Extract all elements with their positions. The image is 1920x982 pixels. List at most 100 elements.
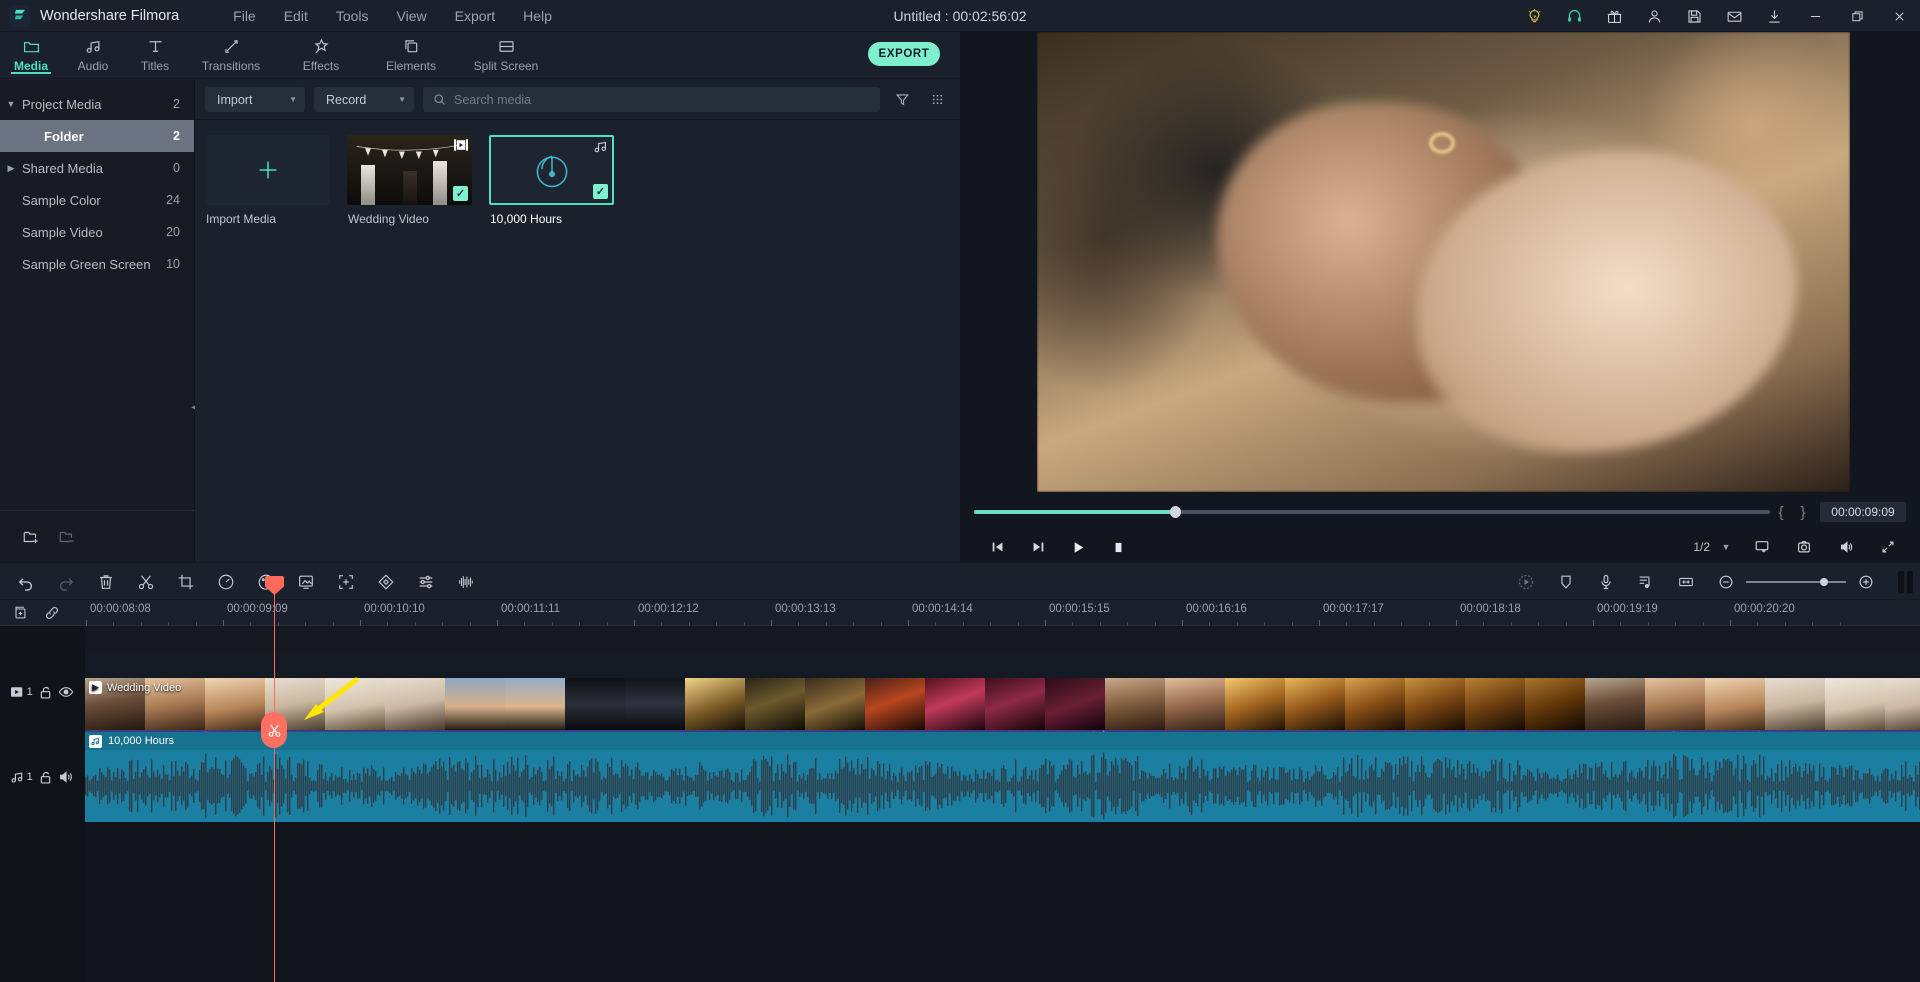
zoom-in-icon[interactable] [1846,563,1886,601]
play-button[interactable] [1058,532,1098,562]
timeline-empty-row[interactable] [85,626,1920,652]
audio-track-1[interactable]: 10,000 Hours [85,732,1920,822]
fullscreen-icon[interactable] [1868,532,1908,562]
mail-icon[interactable] [1714,0,1754,32]
video-track-1-header[interactable]: 1 [0,652,85,732]
snapshot-camera-icon[interactable] [1784,532,1824,562]
keyframe-icon[interactable] [366,563,406,601]
import-dropdown[interactable]: Import ▼ [205,87,305,112]
record-dropdown[interactable]: Record ▼ [314,87,414,112]
media-import-thumb[interactable] [205,135,330,205]
panel-resize-handle[interactable] [1898,571,1916,593]
preview-progress-knob[interactable] [1169,506,1181,518]
delete-icon[interactable] [86,563,126,601]
playhead[interactable] [261,576,287,982]
remove-folder-icon[interactable] [58,528,76,546]
green-screen-icon[interactable] [286,563,326,601]
media-item-checkbox[interactable]: ✓ [593,184,608,199]
marker-icon[interactable] [1546,563,1586,601]
media-item-wedding-video[interactable]: ✓ Wedding Video [347,135,472,226]
tab-audio[interactable]: Audio [62,32,124,73]
sidebar-item-sample-color[interactable]: Sample Color 24 [0,184,194,216]
tab-media[interactable]: Media [0,32,62,74]
timeline-canvas[interactable]: ▶ Wedding Video 10,000 Hours [85,626,1920,982]
media-import-tile[interactable]: Import Media [205,135,330,226]
split-scissors-icon[interactable] [126,563,166,601]
render-preview-bar-icon[interactable] [1506,563,1546,601]
menu-file[interactable]: File [219,4,270,28]
headset-support-icon[interactable] [1554,0,1594,32]
menu-edit[interactable]: Edit [270,4,322,28]
sidebar-item-shared-media[interactable]: ▶ Shared Media 0 [0,152,194,184]
redo-icon[interactable] [46,563,86,601]
add-track-icon[interactable] [12,605,28,621]
video-track-1[interactable]: ▶ Wedding Video [85,652,1920,758]
preview-progress-track[interactable] [974,506,1770,518]
timeline-ruler-scale[interactable]: 00:00:08:08 00:00:09:09 00:00:10:10 00:00:1… [85,600,1920,626]
crop-icon[interactable] [166,563,206,601]
render-preview-icon[interactable] [1742,532,1782,562]
preview-video[interactable] [1037,32,1850,492]
audio-track-1-header[interactable]: 1 [0,732,85,822]
prev-frame-button[interactable] [978,532,1018,562]
media-item-10000-hours[interactable]: ✓ 10,000 Hours [489,135,614,226]
audio-mixer-icon[interactable] [406,563,446,601]
voiceover-mic-icon[interactable] [1586,563,1626,601]
split-cut-marker[interactable] [261,712,287,748]
account-icon[interactable] [1634,0,1674,32]
stop-button[interactable] [1098,532,1138,562]
minimize-button[interactable] [1794,0,1836,32]
video-clip-thumbnails[interactable] [85,678,1920,730]
chevron-down-icon[interactable]: ▼ [0,99,22,109]
new-folder-icon[interactable] [22,528,40,546]
export-button[interactable]: EXPORT [868,42,940,66]
volume-icon[interactable] [1826,532,1866,562]
tab-titles[interactable]: Titles [124,32,186,73]
preview-timecode[interactable]: 00:00:09:09 [1820,502,1906,522]
save-icon[interactable] [1674,0,1714,32]
media-item-wedding-video-thumb[interactable]: ✓ [347,135,472,205]
chevron-right-icon[interactable]: ▶ [0,163,22,174]
sidebar-item-sample-green-screen[interactable]: Sample Green Screen 10 [0,248,194,280]
speaker-icon[interactable] [58,769,74,785]
audio-waveform-icon[interactable] [446,563,486,601]
grid-view-icon[interactable] [924,87,950,112]
menu-export[interactable]: Export [441,4,509,28]
zoom-out-icon[interactable] [1706,563,1746,601]
sidebar-item-project-media[interactable]: ▼ Project Media 2 [0,88,194,120]
beat-detection-icon[interactable] [1626,563,1666,601]
link-clips-icon[interactable] [44,605,60,621]
tips-bulb-icon[interactable] [1514,0,1554,32]
unlocked-icon[interactable] [38,685,53,700]
search-input[interactable] [454,92,870,107]
tab-split-screen[interactable]: Split Screen [456,32,556,73]
gift-icon[interactable] [1594,0,1634,32]
maximize-button[interactable] [1836,0,1878,32]
timeline-zoom-slider[interactable] [1746,563,1846,601]
eye-icon[interactable] [58,684,74,700]
search-box[interactable] [423,87,880,112]
tab-elements[interactable]: Elements [366,32,456,73]
tab-transitions[interactable]: Transitions [186,32,276,73]
tab-effects[interactable]: Effects [276,32,366,73]
menu-tools[interactable]: Tools [322,4,383,28]
audio-waveform[interactable] [85,750,1920,822]
timeline-zoom-track[interactable] [1746,578,1846,586]
chevron-down-icon[interactable]: ▼ [1712,532,1740,562]
sidebar-item-folder[interactable]: Folder 2 [0,120,194,152]
download-icon[interactable] [1754,0,1794,32]
unlocked-icon[interactable] [38,770,53,785]
undo-icon[interactable] [6,563,46,601]
mark-out-button[interactable]: } [1792,504,1814,521]
close-button[interactable] [1878,0,1920,32]
sidebar-item-sample-video[interactable]: Sample Video 20 [0,216,194,248]
timeline-empty-row[interactable] [85,822,1920,982]
fit-timeline-icon[interactable] [1666,563,1706,601]
filter-funnel-icon[interactable] [889,87,915,112]
next-frame-button[interactable] [1018,532,1058,562]
mark-in-button[interactable]: { [1770,504,1792,521]
media-item-checkbox[interactable]: ✓ [453,186,468,201]
crop-pan-zoom-icon[interactable] [326,563,366,601]
timeline-zoom-knob[interactable] [1820,578,1828,586]
media-item-10000-hours-thumb[interactable]: ✓ [489,135,614,205]
